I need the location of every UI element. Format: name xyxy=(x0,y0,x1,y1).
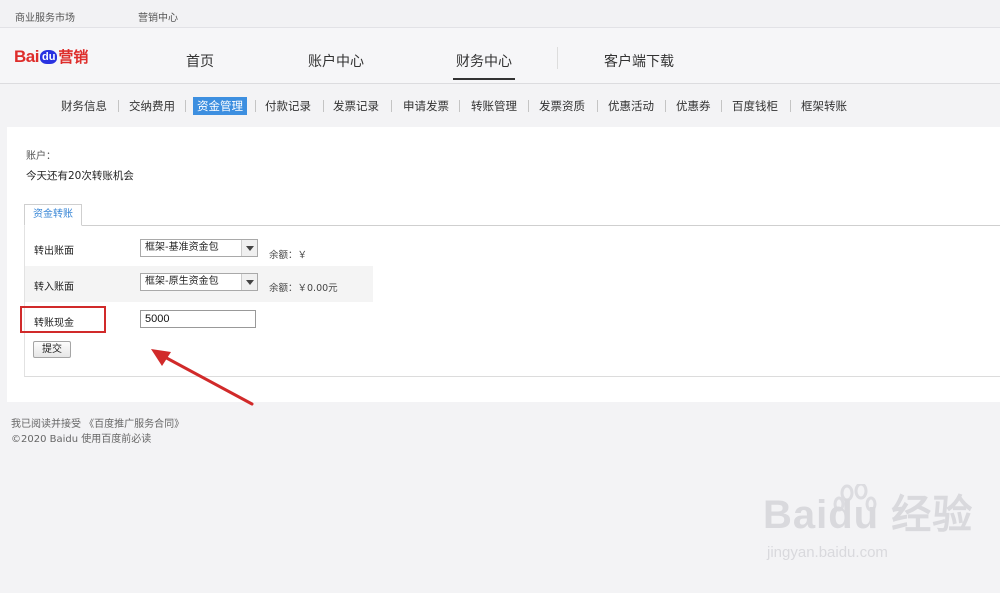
nav-client-download[interactable]: 客户端下载 xyxy=(604,51,674,71)
nav-separator xyxy=(557,47,558,69)
annotation-arrow-icon xyxy=(151,349,254,406)
subnav-divider xyxy=(459,100,460,112)
logo-paw-du: du xyxy=(39,49,58,64)
transfer-chance-tip: 今天还有20次转账机会 xyxy=(26,170,134,182)
subnav-invoice-qualification[interactable]: 发票资质 xyxy=(539,97,585,115)
subnav-divider xyxy=(323,100,324,112)
subnav-framework-transfer[interactable]: 框架转账 xyxy=(801,97,847,115)
from-account-value: 框架-基准资金包 xyxy=(145,242,219,253)
baidu-jingyan-watermark: Baidu 经验 jingyan.baidu.com xyxy=(763,482,974,561)
nav-account-center[interactable]: 账户中心 xyxy=(308,51,364,71)
subnav-finance-info[interactable]: 财务信息 xyxy=(61,97,107,115)
tab-fund-transfer[interactable]: 资金转账 xyxy=(24,204,82,226)
subnav-apply-invoice[interactable]: 申请发票 xyxy=(403,97,449,115)
submit-button[interactable]: 提交 xyxy=(33,341,71,358)
to-account-row: 转入账面 框架-原生资金包 余额：￥0.00元 xyxy=(25,266,373,302)
highlight-box xyxy=(20,306,106,333)
amount-input[interactable]: 5000 xyxy=(140,310,256,328)
subnav-transfer-management[interactable]: 转账管理 xyxy=(471,97,517,115)
from-account-select[interactable]: 框架-基准资金包 xyxy=(140,239,258,257)
watermark-url: jingyan.baidu.com xyxy=(767,544,888,561)
subnav-divider xyxy=(528,100,529,112)
subnav-divider xyxy=(665,100,666,112)
chevron-down-icon xyxy=(241,240,257,256)
subnav-divider xyxy=(255,100,256,112)
header: Bai du 营销 首页 账户中心 财务中心 客户端下载 xyxy=(0,28,1000,84)
footer: 我已阅读并接受 《百度推广服务合同》 ©2020 Baidu 使用百度前必读 xyxy=(11,417,184,447)
subnav-invoice-records[interactable]: 发票记录 xyxy=(333,97,379,115)
subnav-divider xyxy=(391,100,392,112)
agreement-text[interactable]: 我已阅读并接受 《百度推广服务合同》 xyxy=(11,417,184,432)
logo-yingxiao-text: 营销 xyxy=(58,48,89,66)
subnav-pay-fees[interactable]: 交纳费用 xyxy=(129,97,175,115)
subnav-divider xyxy=(185,100,186,112)
to-balance: 余额：￥0.00元 xyxy=(269,283,338,294)
subnav-fund-management[interactable]: 资金管理 xyxy=(193,97,247,115)
nav-finance-center[interactable]: 财务中心 xyxy=(453,51,515,80)
nav-home[interactable]: 首页 xyxy=(186,51,214,71)
subnav-divider xyxy=(721,100,722,112)
from-account-row: 转出账面 框架-基准资金包 余额：￥ xyxy=(25,230,373,266)
subnav-promotions[interactable]: 优惠活动 xyxy=(608,97,654,115)
to-account-select[interactable]: 框架-原生资金包 xyxy=(140,273,258,291)
from-balance: 余额：￥ xyxy=(269,250,308,261)
subnav-baidu-wallet[interactable]: 百度钱柜 xyxy=(732,97,778,115)
subnav-coupons[interactable]: 优惠券 xyxy=(676,97,711,115)
subnav-divider xyxy=(597,100,598,112)
marketing-center-link[interactable]: 营销中心 xyxy=(138,9,178,24)
to-account-label: 转入账面 xyxy=(34,282,74,293)
to-account-value: 框架-原生资金包 xyxy=(145,276,219,287)
subnav-divider xyxy=(118,100,119,112)
copyright-text: ©2020 Baidu 使用百度前必读 xyxy=(11,434,152,445)
sub-nav: 财务信息 交纳费用 资金管理 付款记录 发票记录 申请发票 转账管理 发票资质 … xyxy=(0,84,1000,127)
commercial-market-link[interactable]: 商业服务市场 xyxy=(15,9,75,24)
subnav-payment-records[interactable]: 付款记录 xyxy=(265,97,311,115)
watermark-brand: Baidu 经验 xyxy=(763,493,974,537)
account-label: 账户： xyxy=(26,151,56,162)
from-account-label: 转出账面 xyxy=(34,246,74,257)
baidu-marketing-logo[interactable]: Bai du 营销 xyxy=(14,46,88,67)
top-bar: 商业服务市场 营销中心 xyxy=(0,0,1000,28)
chevron-down-icon xyxy=(241,274,257,290)
logo-bai-text: Bai xyxy=(14,46,39,66)
subnav-divider xyxy=(790,100,791,112)
